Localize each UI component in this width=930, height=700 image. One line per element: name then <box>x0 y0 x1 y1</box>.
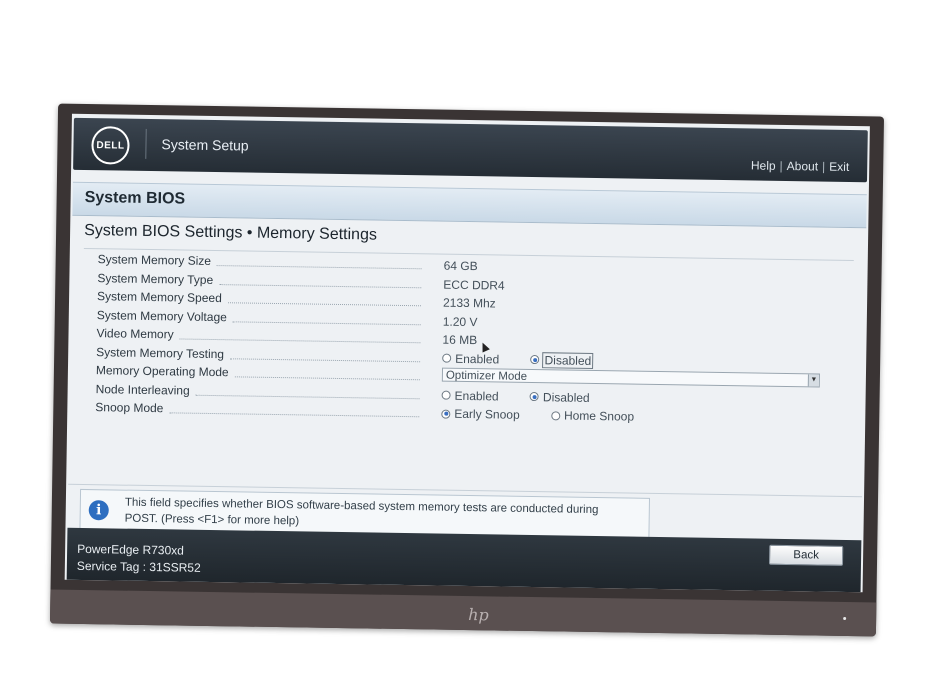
radio-selected-icon <box>529 391 540 402</box>
settings-list: System Memory Size 64 GB System Memory T… <box>95 250 838 428</box>
dropdown-arrow-icon[interactable]: ▼ <box>807 374 819 387</box>
help-link[interactable]: Help <box>751 158 776 172</box>
footer-bar: PowerEdge R730xd Service Tag : 31SSR52 B… <box>66 527 862 593</box>
top-links: Help | About | Exit <box>750 158 850 174</box>
setting-value: 2133 Mhz <box>442 295 496 311</box>
bios-screen: DELL System Setup Help | About | Exit System… <box>64 113 870 593</box>
radio-group: Enabled Disabled <box>442 351 620 369</box>
system-model: PowerEdge R730xd <box>77 541 184 558</box>
section-title: System BIOS <box>84 188 186 208</box>
back-button[interactable]: Back <box>768 544 844 566</box>
top-bar: DELL System Setup Help | About | Exit <box>73 117 868 183</box>
service-tag: Service Tag : 31SSR52 <box>76 558 201 575</box>
app-title: System Setup <box>161 136 249 154</box>
hp-logo: hp <box>468 605 489 625</box>
radio-group: Early Snoop Home Snoop <box>441 407 662 425</box>
info-icon: i <box>88 500 109 521</box>
radio-circle-icon <box>442 353 452 363</box>
help-text: This field specifies whether BIOS softwa… <box>124 496 599 528</box>
monitor-bezel: DELL System Setup Help | About | Exit System… <box>49 103 885 637</box>
radio-selected-icon <box>441 409 451 419</box>
radio-enabled[interactable]: Enabled <box>441 388 499 403</box>
radio-disabled[interactable]: Disabled <box>530 351 594 369</box>
section-header: System BIOS <box>72 181 867 229</box>
about-link[interactable]: About <box>787 159 819 173</box>
power-led-icon <box>843 616 847 620</box>
radio-group: Enabled Disabled <box>441 388 617 405</box>
monitor-chin: hp <box>49 589 877 637</box>
topbar-separator <box>145 128 147 159</box>
setting-value: ECC DDR4 <box>443 277 505 293</box>
radio-selected-icon <box>530 354 540 365</box>
radio-disabled[interactable]: Disabled <box>529 389 590 404</box>
exit-link[interactable]: Exit <box>829 160 849 174</box>
setting-value: 1.20 V <box>442 314 478 329</box>
setting-value: 64 GB <box>443 258 478 274</box>
dell-logo: DELL <box>91 126 130 165</box>
page-title: System BIOS Settings • Memory Settings <box>84 221 378 244</box>
radio-circle-icon <box>550 410 561 420</box>
radio-early-snoop[interactable]: Early Snoop <box>441 407 520 422</box>
radio-home-snoop[interactable]: Home Snoop <box>550 408 634 424</box>
radio-enabled[interactable]: Enabled <box>442 351 499 366</box>
setting-label: Snoop Mode <box>95 400 425 419</box>
setting-value: 16 MB <box>442 332 478 348</box>
radio-circle-icon <box>441 390 451 400</box>
